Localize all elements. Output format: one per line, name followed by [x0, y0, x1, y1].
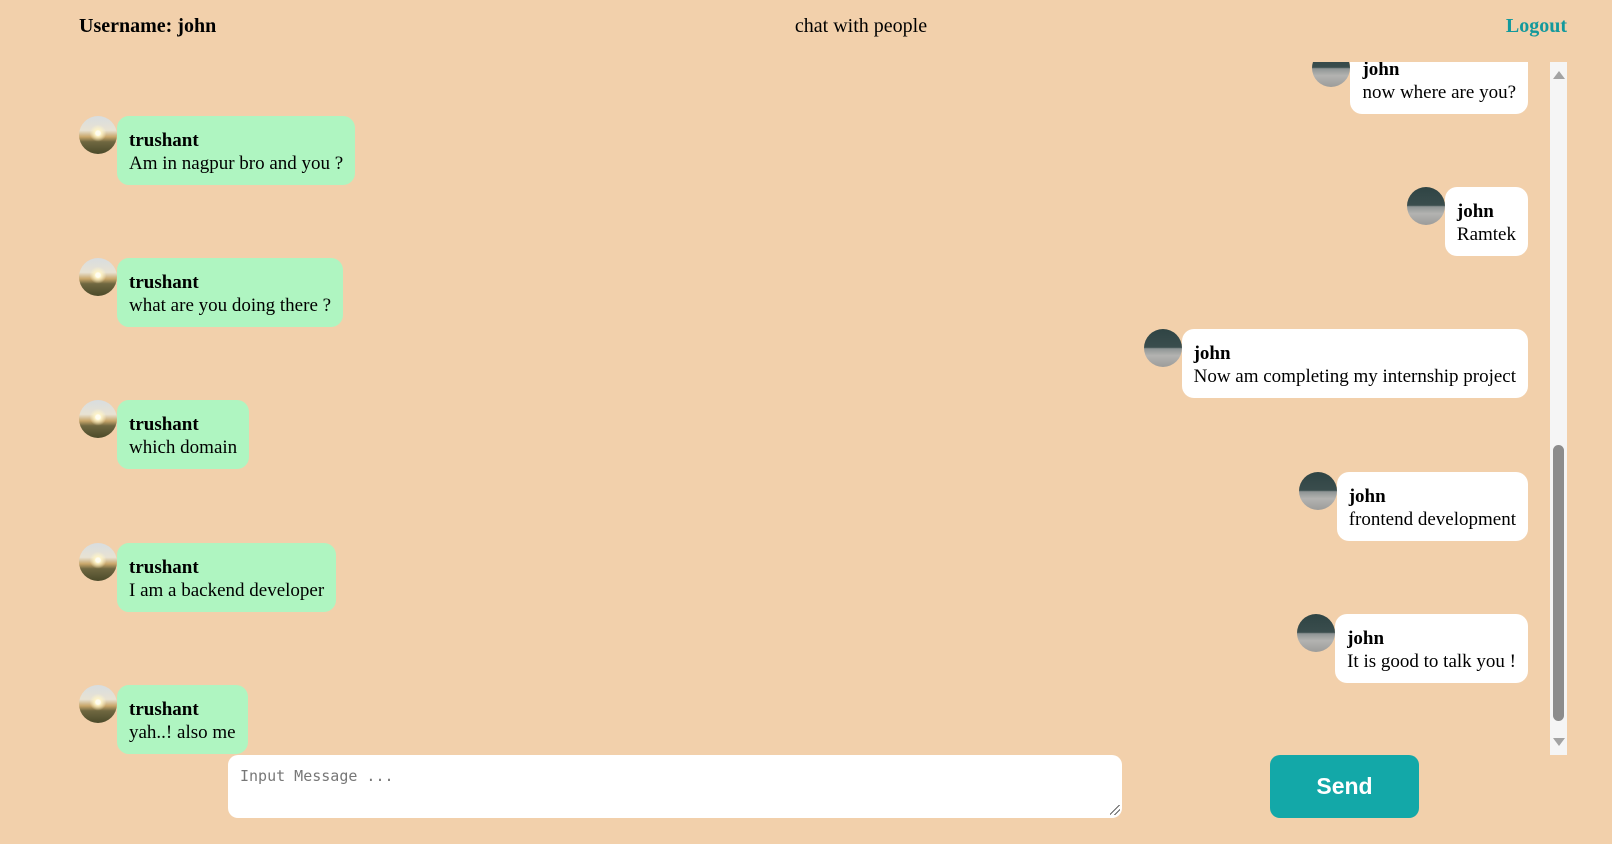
user-avatar: [1406, 187, 1445, 225]
message-item: trushant which domain: [79, 400, 250, 469]
user-avatar: [79, 258, 117, 296]
message-text: frontend development: [1348, 509, 1516, 530]
message-bubble: trushant Am in nagpur bro and you ?: [117, 116, 356, 185]
user-avatar: [79, 400, 117, 438]
message-list-content: john now where are you? trushant Am in n…: [79, 62, 1547, 755]
message-sender: john: [1347, 628, 1385, 649]
message-bubble: john It is good to talk you !: [1335, 614, 1528, 683]
message-bubble: john now where are you?: [1350, 62, 1528, 114]
user-avatar: [1143, 329, 1182, 367]
user-avatar: [1312, 62, 1351, 87]
message-text: Now am completing my internship project: [1193, 366, 1516, 387]
message-input[interactable]: [228, 755, 1122, 818]
message-item: trushant what are you doing there ?: [79, 258, 344, 327]
user-avatar: [79, 116, 117, 154]
scrollbar-thumb[interactable]: [1553, 445, 1564, 721]
message-sender: trushant: [129, 414, 199, 435]
message-text: I am a backend developer: [129, 580, 325, 601]
message-item: trushant Am in nagpur bro and you ?: [79, 116, 356, 185]
message-bubble: john frontend development: [1336, 472, 1528, 541]
message-item: john Now am completing my internship pro…: [1143, 329, 1528, 398]
page-title: chat with people: [794, 15, 928, 37]
message-item: trushant I am a backend developer: [79, 543, 337, 612]
message-text: now where are you?: [1362, 82, 1516, 103]
message-sender: john: [1456, 201, 1494, 222]
scroll-down-arrow-icon[interactable]: [1553, 738, 1565, 746]
logout-link[interactable]: Logout: [1506, 15, 1567, 38]
message-text: Ramtek: [1456, 224, 1516, 245]
user-avatar: [79, 543, 117, 581]
user-avatar: [1298, 472, 1337, 510]
message-item: john now where are you?: [1312, 62, 1528, 114]
message-bubble: trushant what are you doing there ?: [117, 258, 344, 327]
message-text: Am in nagpur bro and you ?: [129, 153, 344, 174]
message-sender: trushant: [129, 699, 199, 720]
message-bubble: john Now am completing my internship pro…: [1181, 329, 1528, 398]
message-sender: trushant: [129, 272, 199, 293]
message-bubble: trushant yah..! also me: [117, 685, 248, 754]
message-bubble: trushant I am a backend developer: [117, 543, 337, 612]
message-bubble: john Ramtek: [1444, 187, 1528, 256]
send-button[interactable]: Send: [1270, 755, 1419, 818]
message-item: john Ramtek: [1406, 187, 1528, 256]
message-list-scrollbar[interactable]: [1550, 62, 1567, 755]
message-sender: john: [1193, 343, 1231, 364]
message-text: It is good to talk you !: [1347, 651, 1516, 672]
user-avatar: [79, 685, 117, 723]
message-item: john frontend development: [1298, 472, 1528, 541]
message-sender: trushant: [129, 130, 199, 151]
message-list[interactable]: john now where are you? trushant Am in n…: [79, 62, 1567, 755]
scroll-up-arrow-icon[interactable]: [1553, 71, 1565, 79]
chat-page: Username: john chat with people Logout j…: [0, 0, 1612, 844]
message-text: yah..! also me: [129, 722, 236, 743]
message-bubble: trushant which domain: [117, 400, 250, 469]
message-item: trushant yah..! also me: [79, 685, 248, 754]
message-sender: john: [1348, 486, 1386, 507]
message-text: which domain: [129, 437, 238, 458]
message-item: john It is good to talk you !: [1297, 614, 1528, 683]
message-sender: john: [1362, 62, 1400, 80]
message-sender: trushant: [129, 557, 199, 578]
resize-handle-icon[interactable]: [1110, 805, 1120, 815]
user-avatar: [1297, 614, 1336, 652]
message-text: what are you doing there ?: [129, 295, 332, 316]
